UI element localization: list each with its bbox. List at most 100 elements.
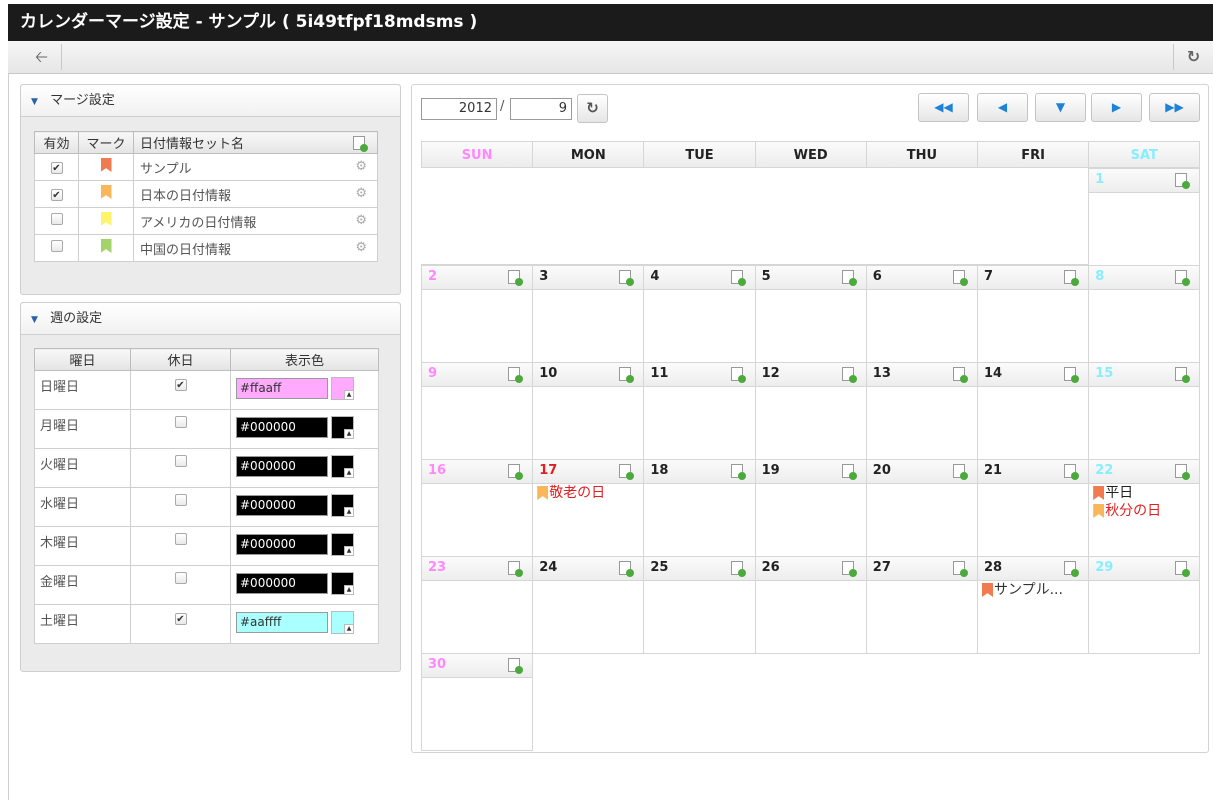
enabled-checkbox[interactable]: ✔ — [50, 161, 63, 174]
day-cell[interactable]: 23 — [421, 556, 534, 654]
day-cell[interactable]: 28 サンプル... — [977, 556, 1090, 654]
color-picker-button[interactable]: ▲ — [331, 572, 354, 595]
gear-icon[interactable]: ⚙ — [355, 159, 367, 174]
day-cell[interactable]: 9 — [421, 362, 534, 460]
color-input[interactable]: #000000 — [236, 417, 328, 438]
add-event-icon[interactable] — [619, 561, 635, 577]
color-picker-button[interactable]: ▲ — [331, 416, 354, 439]
add-event-icon[interactable] — [1064, 270, 1080, 286]
calendar-event[interactable]: 秋分の日 — [1089, 502, 1199, 520]
week-settings-header[interactable]: ▼ 週の設定 — [21, 303, 400, 335]
day-cell[interactable]: 26 — [754, 556, 867, 654]
day-cell[interactable]: 30 — [421, 653, 534, 751]
day-cell[interactable]: 22 平日 秋分の日 — [1088, 459, 1201, 557]
day-cell[interactable]: 17 敬老の日 — [532, 459, 645, 557]
day-cell[interactable]: 10 — [532, 362, 645, 460]
holiday-checkbox[interactable] — [174, 416, 187, 428]
color-input[interactable]: #ffaaff — [236, 378, 328, 399]
add-event-icon[interactable] — [508, 561, 524, 577]
day-cell[interactable]: 25 — [643, 556, 756, 654]
prev-year-button[interactable]: ◀◀ — [918, 93, 969, 122]
add-event-icon[interactable] — [508, 367, 524, 383]
add-event-icon[interactable] — [1175, 367, 1191, 383]
add-event-icon[interactable] — [619, 270, 635, 286]
enabled-checkbox[interactable] — [50, 240, 63, 252]
holiday-checkbox[interactable]: ✔ — [174, 379, 187, 391]
back-button[interactable]: 🡠 — [22, 44, 62, 70]
holiday-checkbox[interactable] — [174, 494, 187, 506]
color-picker-button[interactable]: ▲ — [331, 494, 354, 517]
reload-calendar-button[interactable]: ↻ — [577, 94, 608, 123]
color-input[interactable]: #000000 — [236, 534, 328, 555]
add-event-icon[interactable] — [1175, 270, 1191, 286]
gear-icon[interactable]: ⚙ — [355, 240, 367, 255]
gear-icon[interactable]: ⚙ — [355, 186, 367, 201]
color-picker-button[interactable]: ▲ — [331, 611, 354, 634]
add-event-icon[interactable] — [1175, 464, 1191, 480]
next-year-button[interactable]: ▶▶ — [1149, 93, 1200, 122]
add-event-icon[interactable] — [730, 561, 746, 577]
color-picker-button[interactable]: ▲ — [331, 455, 354, 478]
add-event-icon[interactable] — [841, 270, 857, 286]
day-cell[interactable]: 1 — [1088, 168, 1201, 266]
add-event-icon[interactable] — [952, 270, 968, 286]
prev-month-button[interactable]: ◀ — [977, 93, 1028, 122]
add-event-icon[interactable] — [619, 464, 635, 480]
holiday-checkbox[interactable] — [174, 533, 187, 545]
add-event-icon[interactable] — [952, 464, 968, 480]
add-event-icon[interactable] — [841, 464, 857, 480]
day-cell[interactable]: 5 — [754, 265, 867, 363]
day-cell[interactable]: 21 — [977, 459, 1090, 557]
enabled-checkbox[interactable] — [50, 213, 63, 225]
day-cell[interactable]: 8 — [1088, 265, 1201, 363]
gear-icon[interactable]: ⚙ — [355, 213, 367, 228]
day-cell[interactable]: 6 — [865, 265, 978, 363]
add-event-icon[interactable] — [730, 270, 746, 286]
day-cell[interactable]: 14 — [977, 362, 1090, 460]
add-dateset-icon[interactable] — [353, 136, 368, 152]
day-cell[interactable]: 15 — [1088, 362, 1201, 460]
add-event-icon[interactable] — [508, 658, 524, 674]
holiday-checkbox[interactable] — [174, 572, 187, 584]
color-input[interactable]: #000000 — [236, 456, 328, 477]
day-cell[interactable]: 7 — [977, 265, 1090, 363]
add-event-icon[interactable] — [1175, 173, 1191, 189]
calendar-event[interactable]: 平日 — [1089, 484, 1199, 502]
month-input[interactable]: 9 — [510, 98, 572, 120]
color-picker-button[interactable]: ▲ — [331, 533, 354, 556]
today-button[interactable]: ▼ — [1035, 93, 1086, 122]
day-cell[interactable]: 18 — [643, 459, 756, 557]
add-event-icon[interactable] — [1175, 561, 1191, 577]
refresh-button[interactable]: ↻ — [1173, 44, 1213, 70]
add-event-icon[interactable] — [841, 367, 857, 383]
day-cell[interactable]: 29 — [1088, 556, 1201, 654]
add-event-icon[interactable] — [730, 464, 746, 480]
day-cell[interactable]: 2 — [421, 265, 534, 363]
enabled-checkbox[interactable]: ✔ — [50, 188, 63, 201]
day-cell[interactable]: 12 — [754, 362, 867, 460]
day-cell[interactable]: 4 — [643, 265, 756, 363]
day-cell[interactable]: 19 — [754, 459, 867, 557]
add-event-icon[interactable] — [1064, 367, 1080, 383]
add-event-icon[interactable] — [619, 367, 635, 383]
add-event-icon[interactable] — [1064, 464, 1080, 480]
add-event-icon[interactable] — [952, 561, 968, 577]
calendar-event[interactable]: サンプル... — [978, 581, 1088, 599]
day-cell[interactable]: 16 — [421, 459, 534, 557]
color-input[interactable]: #aaffff — [236, 612, 328, 633]
add-event-icon[interactable] — [508, 270, 524, 286]
add-event-icon[interactable] — [952, 367, 968, 383]
next-month-button[interactable]: ▶ — [1091, 93, 1142, 122]
day-cell[interactable]: 24 — [532, 556, 645, 654]
day-cell[interactable]: 13 — [865, 362, 978, 460]
add-event-icon[interactable] — [730, 367, 746, 383]
add-event-icon[interactable] — [1064, 561, 1080, 577]
day-cell[interactable]: 11 — [643, 362, 756, 460]
holiday-checkbox[interactable] — [174, 455, 187, 467]
calendar-event[interactable]: 敬老の日 — [533, 484, 643, 502]
year-input[interactable]: 2012 — [421, 98, 497, 120]
day-cell[interactable]: 27 — [865, 556, 978, 654]
color-picker-button[interactable]: ▲ — [331, 377, 354, 400]
day-cell[interactable]: 20 — [865, 459, 978, 557]
day-cell[interactable]: 3 — [532, 265, 645, 363]
